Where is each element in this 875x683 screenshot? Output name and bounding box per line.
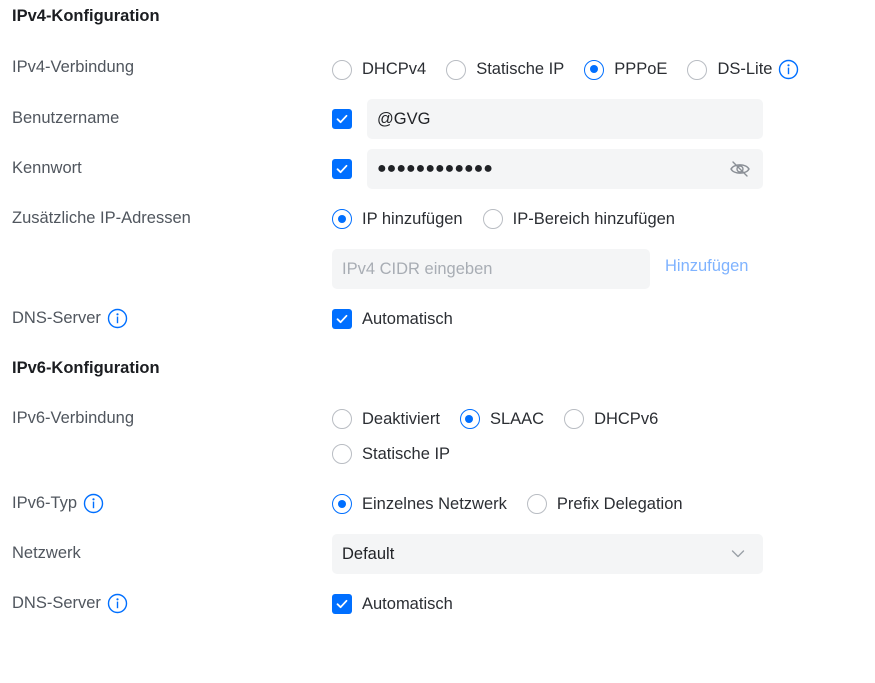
radio-circle	[526, 494, 547, 514]
network-select[interactable]: Default	[332, 534, 763, 574]
radio-circle-selected	[332, 494, 352, 514]
radio-add-ip-range[interactable]: IP-Bereich hinzufügen	[482, 209, 675, 229]
password-checkbox-row	[332, 159, 352, 179]
password-value: ●●●●●●●●●●●●	[377, 160, 493, 177]
radio-single-network[interactable]: Einzelnes Netzwerk	[332, 494, 507, 514]
radio-circle	[332, 59, 352, 80]
radio-ipv6-static-ip[interactable]: Statische IP	[332, 444, 450, 464]
ipv6-section-title: IPv6-Konfiguration	[12, 359, 160, 377]
radio-circle	[446, 59, 467, 80]
radio-circle	[332, 444, 352, 464]
username-input[interactable]: @GVG	[367, 99, 763, 139]
chevron-down-icon	[731, 550, 745, 559]
ipv6-type-label-text: IPv6-Typ	[12, 494, 78, 512]
ipv6-dns-auto-label: Automatisch	[362, 594, 453, 613]
network-label: Netzwerk	[12, 544, 81, 562]
radio-label: Statische IP	[362, 444, 451, 463]
checkmark-icon	[336, 164, 348, 174]
ipv6-type-options: Einzelnes Netzwerk Prefix Delegation	[332, 494, 703, 514]
radio-label: IP hinzufügen	[362, 209, 463, 228]
ipv6-dns-label: DNS-Server	[12, 593, 128, 614]
info-icon[interactable]	[83, 493, 104, 514]
network-select-value: Default	[342, 544, 395, 563]
radio-label: SLAAC	[489, 409, 545, 428]
radio-circle	[687, 59, 708, 80]
checkmark-icon	[336, 314, 348, 324]
ipv6-dns-auto-checkbox[interactable]	[332, 594, 352, 614]
radio-label: IP-Bereich hinzufügen	[512, 209, 675, 228]
radio-label: DHCPv6	[594, 409, 659, 428]
radio-label: Deaktiviert	[362, 409, 440, 428]
radio-circle-selected	[459, 409, 480, 429]
radio-dhcpv4[interactable]: DHCPv4	[332, 59, 427, 80]
ipv4-dns-label: DNS-Server	[12, 308, 128, 329]
radio-label: Statische IP	[476, 60, 565, 78]
radio-static-ip[interactable]: Statische IP	[446, 59, 565, 80]
ipv4-connection-label: IPv4-Verbindung	[12, 58, 134, 77]
add-ip-button[interactable]: Hinzufügen	[665, 257, 748, 276]
radio-label: Prefix Delegation	[556, 494, 683, 513]
checkmark-icon	[336, 114, 348, 124]
radio-add-ip[interactable]: IP hinzufügen	[332, 209, 463, 229]
ipv4-dns-label-text: DNS-Server	[12, 309, 101, 327]
ipv6-type-label: IPv6-Typ	[12, 493, 104, 514]
ipv4-connection-label-text: IPv4-Verbindung	[12, 58, 135, 76]
eye-off-icon[interactable]	[729, 160, 751, 178]
radio-label: DHCPv4	[362, 60, 427, 78]
checkmark-icon	[336, 599, 348, 609]
radio-label: PPPoE	[614, 60, 668, 78]
radio-ds-lite[interactable]: DS-Lite	[687, 59, 773, 80]
ipv6-connection-options-row1: Deaktiviert SLAAC DHCPv6	[332, 409, 678, 429]
radio-circle-selected	[332, 209, 352, 229]
username-value: @GVG	[377, 109, 431, 128]
username-checkbox[interactable]	[332, 109, 352, 129]
extra-ips-options: IP hinzufügen IP-Bereich hinzufügen	[332, 209, 695, 229]
radio-circle	[564, 409, 585, 429]
ipv4-dns-auto-row[interactable]: Automatisch	[332, 309, 453, 329]
info-icon[interactable]	[778, 59, 799, 80]
ipv6-connection-label: IPv6-Verbindung	[12, 409, 135, 427]
radio-label: Einzelnes Netzwerk	[362, 494, 507, 513]
radio-deaktiviert[interactable]: Deaktiviert	[332, 409, 440, 429]
ipv4-section-title: IPv4-Konfiguration	[12, 7, 160, 25]
radio-circle	[482, 209, 503, 229]
password-label: Kennwort	[12, 159, 82, 177]
ipv4-dns-auto-checkbox[interactable]	[332, 309, 352, 329]
radio-slaac[interactable]: SLAAC	[459, 409, 545, 429]
ipv4-connection-options: DHCPv4 Statische IP PPPoE DS-Lite	[332, 59, 799, 80]
info-icon[interactable]	[107, 308, 128, 329]
ipv4-cidr-input[interactable]: IPv4 CIDR eingeben	[332, 249, 650, 289]
ipv6-dns-auto-row[interactable]: Automatisch	[332, 594, 453, 614]
ipv4-cidr-placeholder: IPv4 CIDR eingeben	[342, 259, 493, 278]
radio-dhcpv6[interactable]: DHCPv6	[564, 409, 658, 429]
radio-prefix-delegation[interactable]: Prefix Delegation	[526, 494, 683, 514]
password-checkbox[interactable]	[332, 159, 352, 179]
info-icon[interactable]	[107, 593, 128, 614]
ipv6-dns-label-text: DNS-Server	[12, 594, 101, 612]
ipv6-connection-options-row2: Statische IP	[332, 444, 470, 464]
radio-circle-selected	[584, 59, 605, 80]
ipv4-dns-auto-label: Automatisch	[362, 309, 453, 328]
radio-label: DS-Lite	[717, 60, 773, 78]
radio-pppoe[interactable]: PPPoE	[584, 59, 668, 80]
radio-circle	[332, 409, 352, 429]
username-checkbox-row	[332, 109, 352, 129]
extra-ips-label: Zusätzliche IP-Adressen	[12, 209, 191, 227]
password-input[interactable]: ●●●●●●●●●●●●	[367, 149, 763, 189]
username-label: Benutzername	[12, 109, 120, 127]
